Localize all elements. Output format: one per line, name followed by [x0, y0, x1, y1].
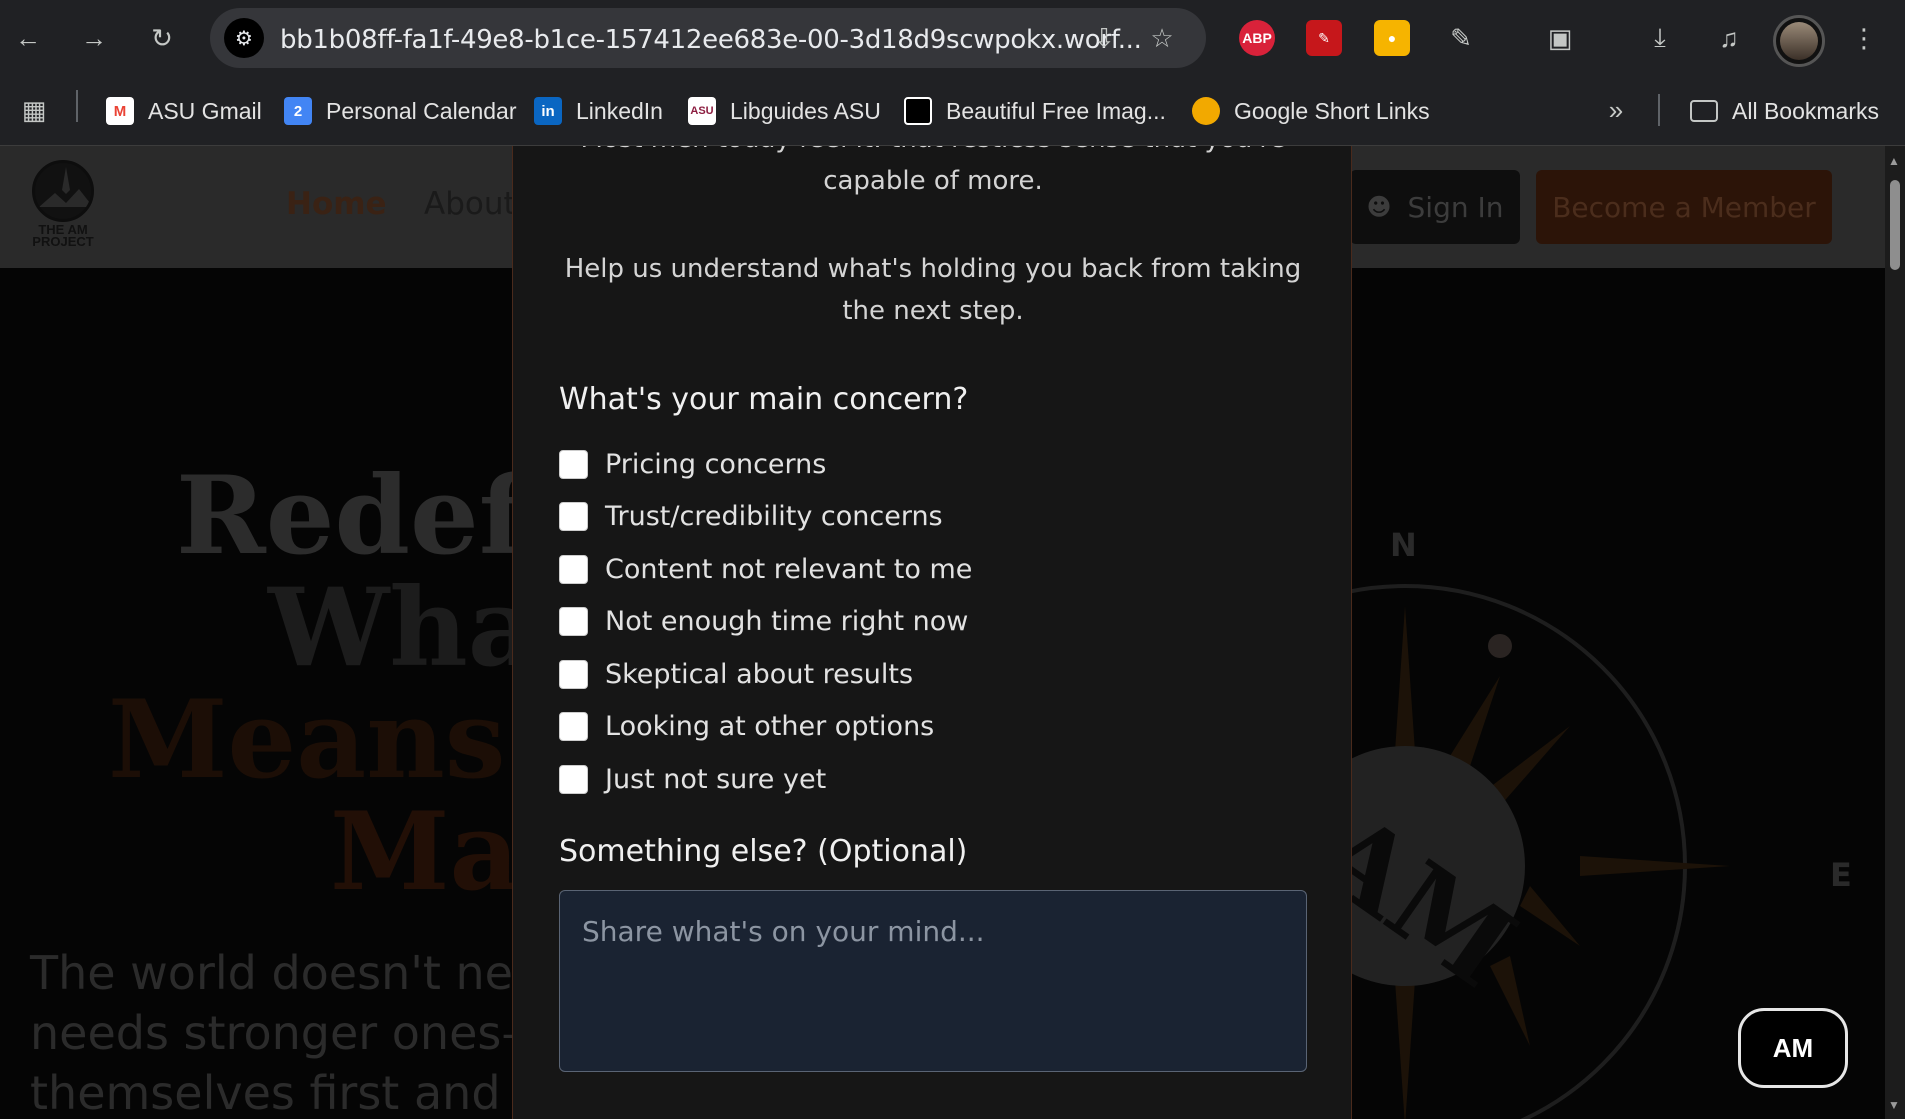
something-else-heading: Something else? (Optional): [559, 834, 968, 869]
logo-text: THE AM PROJECT: [32, 222, 94, 249]
linkedin-icon: in: [534, 97, 562, 125]
modal-intro-partial: Most men today feel it: that restless se…: [559, 146, 1307, 160]
concern-heading: What's your main concern?: [559, 382, 969, 417]
option-label: Skeptical about results: [605, 658, 914, 690]
scroll-thumb[interactable]: [1890, 180, 1900, 270]
option-skeptical[interactable]: Skeptical about results: [559, 656, 913, 692]
checkbox[interactable]: [559, 606, 588, 636]
subtitle-line-2: needs stronger ones—: [30, 1006, 548, 1060]
modal-intro-end: capable of more.: [823, 166, 1043, 196]
modal-intro-text: Most men today feel it: that restless se…: [559, 146, 1307, 202]
all-bookmarks-label: All Bookmarks: [1732, 97, 1879, 124]
scroll-up-arrow-icon[interactable]: ▲: [1888, 154, 1900, 168]
folder-icon: [1690, 100, 1718, 122]
asu-icon: ASU: [688, 97, 716, 125]
option-label: Looking at other options: [605, 710, 935, 742]
option-label: Content not relevant to me: [605, 553, 973, 585]
compass-logo-icon: [32, 160, 94, 222]
subtitle-line-1: The world doesn't nee: [30, 946, 542, 1000]
option-not-sure[interactable]: Just not sure yet: [559, 761, 826, 797]
more-bookmarks-chevron-icon[interactable]: »: [1596, 90, 1636, 130]
bookmark-personal-calendar[interactable]: 2 Personal Calendar: [284, 92, 517, 130]
bookmark-beautiful-free-images[interactable]: Beautiful Free Imag...: [904, 92, 1166, 130]
address-bar[interactable]: ⚙ bb1b08ff-fa1f-49e8-b1ce-157412ee683e-0…: [210, 8, 1206, 68]
nav-about[interactable]: About: [424, 186, 516, 222]
all-bookmarks-button[interactable]: All Bookmarks: [1690, 92, 1879, 130]
compass-east-label: E: [1830, 856, 1852, 894]
option-label: Trust/credibility concerns: [605, 500, 943, 532]
site-info-icon[interactable]: ⚙: [224, 18, 264, 58]
compass-north-label: N: [1390, 526, 1417, 564]
downloads-icon[interactable]: ⤓: [1640, 18, 1680, 58]
tab-search-icon[interactable]: ▣: [1540, 18, 1580, 58]
adblock-extension-icon[interactable]: ABP: [1239, 20, 1275, 56]
calendar-icon: 2: [284, 97, 312, 125]
checkbox[interactable]: [559, 554, 588, 584]
install-app-icon[interactable]: ⇩: [1084, 18, 1124, 58]
bookmark-separator: [76, 90, 78, 122]
sign-in-label: Sign In: [1407, 190, 1504, 224]
menu-kebab-icon[interactable]: ⋮: [1844, 18, 1884, 58]
bookmark-label: LinkedIn: [576, 97, 663, 124]
pdf-extension-icon[interactable]: ✎: [1306, 20, 1342, 56]
extensions-puzzle-icon[interactable]: ✎: [1441, 18, 1481, 58]
checkbox[interactable]: [559, 501, 588, 531]
bookmark-libguides-asu[interactable]: ASU Libguides ASU: [688, 92, 881, 130]
modal-help-text: Help us understand what's holding you ba…: [559, 248, 1307, 332]
bookmark-star-icon[interactable]: ☆: [1142, 18, 1182, 58]
back-icon[interactable]: ←: [8, 18, 48, 58]
option-label: Pricing concerns: [605, 448, 827, 480]
option-pricing[interactable]: Pricing concerns: [559, 446, 826, 482]
hero-line-1: Redefi: [176, 453, 558, 579]
bookmarks-bar: ▦ M ASU Gmail 2 Personal Calendar in Lin…: [0, 76, 1905, 146]
sign-in-button[interactable]: ☻ Sign In: [1350, 170, 1520, 244]
browser-toolbar: ← → ↻ ⚙ bb1b08ff-fa1f-49e8-b1ce-157412ee…: [0, 0, 1905, 76]
site-logo[interactable]: THE AM PROJECT: [30, 160, 96, 254]
checkbox[interactable]: [559, 449, 588, 479]
bookmark-label: Google Short Links: [1234, 97, 1430, 124]
url-text[interactable]: bb1b08ff-fa1f-49e8-b1ce-157412ee683e-00-…: [280, 25, 1142, 55]
option-content[interactable]: Content not relevant to me: [559, 551, 972, 587]
checkbox[interactable]: [559, 764, 588, 794]
keep-extension-icon[interactable]: ●: [1374, 20, 1410, 56]
profile-avatar[interactable]: [1773, 15, 1825, 67]
reload-icon[interactable]: ↻: [142, 18, 182, 58]
bookmark-label: ASU Gmail: [148, 97, 262, 124]
bookmark-separator: [1658, 94, 1660, 126]
checkbox[interactable]: [559, 659, 588, 689]
media-control-icon[interactable]: ♫: [1709, 18, 1749, 58]
user-icon: ☻: [1366, 193, 1392, 221]
something-else-textarea[interactable]: [559, 890, 1307, 1072]
option-time[interactable]: Not enough time right now: [559, 603, 968, 639]
bookmark-label: Personal Calendar: [326, 97, 517, 124]
apps-grid-icon[interactable]: ▦: [14, 90, 54, 130]
option-trust[interactable]: Trust/credibility concerns: [559, 498, 943, 534]
option-label: Not enough time right now: [605, 605, 969, 637]
scroll-down-arrow-icon[interactable]: ▼: [1888, 1098, 1900, 1112]
gmail-icon: M: [106, 97, 134, 125]
option-other-options[interactable]: Looking at other options: [559, 708, 934, 744]
bookmark-google-short-links[interactable]: Google Short Links: [1192, 92, 1430, 130]
modal-help-line-1: Help us understand what's holding you ba…: [564, 254, 1302, 284]
short-links-icon: [1192, 97, 1220, 125]
nav-home[interactable]: Home: [286, 186, 387, 222]
page-scrollbar[interactable]: ▲ ▼: [1885, 146, 1905, 1119]
modal-help-line-2: the next step.: [842, 296, 1024, 326]
checkbox[interactable]: [559, 711, 588, 741]
bookmark-asu-gmail[interactable]: M ASU Gmail: [106, 92, 262, 130]
chat-widget-button[interactable]: AM: [1738, 1008, 1848, 1088]
option-label: Just not sure yet: [605, 763, 827, 795]
unsplash-icon: [904, 97, 932, 125]
bookmark-label: Libguides ASU: [730, 97, 881, 124]
bookmark-label: Beautiful Free Imag...: [946, 97, 1166, 124]
bookmark-linkedin[interactable]: in LinkedIn: [534, 92, 663, 130]
forward-icon[interactable]: →: [74, 18, 114, 58]
become-member-button[interactable]: Become a Member: [1536, 170, 1832, 244]
subtitle-line-3: themselves first and l: [30, 1066, 528, 1119]
feedback-modal: Most men today feel it: that restless se…: [512, 146, 1352, 1119]
